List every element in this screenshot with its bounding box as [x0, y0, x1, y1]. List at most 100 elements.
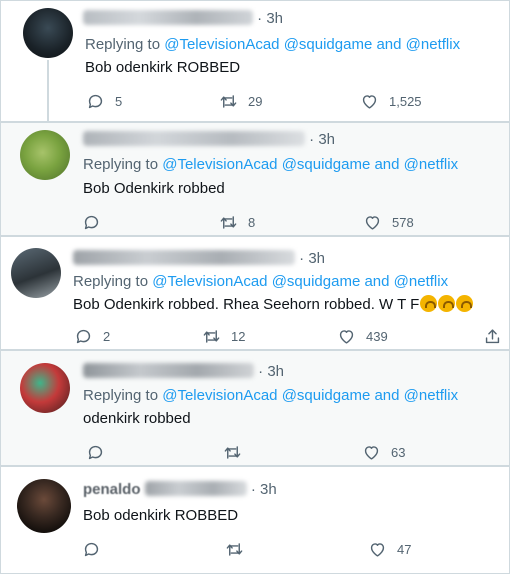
avatar[interactable] — [17, 479, 71, 533]
tweet-text: Bob odenkirk ROBBED — [85, 59, 241, 76]
tweet-header: · 3h — [83, 9, 283, 29]
replying-to: Replying to @TelevisionAcad @squidgame a… — [73, 273, 448, 290]
tweet-actions: 47 — [1, 540, 509, 560]
tweet-header: · 3h — [73, 249, 325, 269]
tweet-4[interactable]: · 3h Replying to @TelevisionAcad @squidg… — [0, 350, 510, 466]
mention-link[interactable]: @TelevisionAcad — [152, 273, 267, 290]
separator-dot: · — [258, 363, 268, 380]
timestamp[interactable]: 3h — [318, 131, 335, 148]
blurred-display-name[interactable] — [73, 250, 295, 265]
replying-to: Replying to @TelevisionAcad @squidgame a… — [83, 156, 458, 173]
retweet-count: 12 — [231, 329, 246, 344]
retweet-button[interactable]: 29 — [219, 92, 262, 111]
tweet-actions: 8 578 — [1, 213, 509, 233]
separator-dot: · — [257, 10, 267, 27]
mention-link[interactable]: @netflix — [404, 387, 458, 404]
reply-button[interactable] — [86, 443, 115, 462]
avatar[interactable] — [11, 248, 61, 298]
mention-and: and — [374, 156, 400, 173]
tweet-header: · 3h — [83, 130, 335, 150]
retweet-icon — [224, 446, 241, 459]
mention-link[interactable]: @TelevisionAcad — [162, 156, 277, 173]
retweet-button[interactable] — [225, 540, 254, 559]
heart-icon — [364, 446, 379, 460]
tweet-1[interactable]: · 3h Replying to @TelevisionAcad @squidg… — [0, 0, 510, 122]
retweet-icon — [220, 95, 237, 108]
like-button[interactable]: 439 — [337, 327, 388, 346]
like-count: 578 — [392, 215, 414, 230]
replying-prefix: Replying to — [83, 156, 159, 173]
tweet-text: odenkirk robbed — [83, 410, 191, 427]
tweet-2[interactable]: · 3h Replying to @TelevisionAcad @squidg… — [0, 122, 510, 236]
tweet-header: penaldo · 3h — [83, 480, 277, 500]
tweet-actions: 63 — [1, 443, 509, 463]
blurred-display-name[interactable] — [83, 10, 253, 25]
share-button[interactable] — [483, 327, 502, 346]
reply-count: 5 — [115, 94, 123, 109]
mention-link[interactable]: @netflix — [394, 273, 448, 290]
timestamp[interactable]: 3h — [267, 363, 284, 380]
tweet-text: Bob Odenkirk robbed — [83, 180, 225, 197]
like-count: 439 — [366, 329, 388, 344]
avatar[interactable] — [20, 130, 70, 180]
retweet-icon — [220, 216, 237, 229]
separator-dot: · — [309, 131, 319, 148]
heart-icon — [362, 95, 377, 109]
like-count: 47 — [397, 542, 412, 557]
blurred-handle[interactable] — [144, 481, 247, 496]
retweet-button[interactable] — [223, 443, 252, 462]
avatar[interactable] — [23, 8, 73, 58]
mention-link[interactable]: @TelevisionAcad — [164, 36, 279, 53]
mention-link[interactable]: @netflix — [404, 156, 458, 173]
timestamp[interactable]: 3h — [308, 250, 325, 267]
tweet-3[interactable]: · 3h Replying to @TelevisionAcad @squidg… — [0, 236, 510, 350]
share-icon — [485, 329, 500, 344]
retweet-count: 8 — [248, 215, 256, 230]
tweet-header: · 3h — [83, 362, 284, 382]
like-button[interactable]: 1,525 — [360, 92, 422, 111]
retweet-button[interactable]: 8 — [219, 213, 255, 232]
mention-link[interactable]: @squidgame — [282, 156, 371, 173]
like-button[interactable]: 63 — [362, 443, 405, 462]
reply-icon — [88, 445, 103, 460]
reply-button[interactable]: 5 — [86, 92, 122, 111]
retweet-count: 29 — [248, 94, 263, 109]
separator-dot: · — [299, 250, 309, 267]
avatar[interactable] — [20, 363, 70, 413]
reply-button[interactable]: 2 — [74, 327, 110, 346]
tweet-text: Bob odenkirk ROBBED — [83, 507, 239, 524]
mention-link[interactable]: @squidgame — [284, 36, 373, 53]
mention-link[interactable]: @TelevisionAcad — [162, 387, 277, 404]
mention-link[interactable]: @squidgame — [282, 387, 371, 404]
replying-prefix: Replying to — [73, 273, 149, 290]
upside-down-face-emoji-icon — [438, 295, 456, 312]
mention-link[interactable]: @netflix — [406, 36, 460, 53]
mention-link[interactable]: @squidgame — [272, 273, 361, 290]
replying-prefix: Replying to — [83, 387, 159, 404]
like-count: 1,525 — [389, 94, 422, 109]
heart-icon — [370, 543, 385, 557]
blurred-display-name[interactable] — [83, 131, 305, 146]
reply-icon — [88, 94, 103, 109]
upside-down-face-emoji-icon — [456, 295, 474, 312]
mention-and: and — [374, 387, 400, 404]
display-name[interactable]: penaldo — [83, 481, 141, 498]
retweet-button[interactable]: 12 — [202, 327, 245, 346]
reply-button[interactable] — [82, 213, 111, 232]
replying-to: Replying to @TelevisionAcad @squidgame a… — [83, 387, 458, 404]
blurred-display-name[interactable] — [83, 363, 254, 378]
thread-line — [47, 60, 49, 121]
reply-icon — [84, 542, 99, 557]
mention-and: and — [376, 36, 402, 53]
replying-prefix: Replying to — [85, 36, 161, 53]
like-button[interactable]: 578 — [363, 213, 414, 232]
replying-to: Replying to @TelevisionAcad @squidgame a… — [85, 36, 460, 53]
timestamp[interactable]: 3h — [266, 10, 283, 27]
tweet-5[interactable]: penaldo · 3h Bob odenkirk ROBBED 47 — [0, 466, 510, 574]
separator-dot: · — [250, 481, 261, 498]
timestamp[interactable]: 3h — [260, 481, 277, 498]
retweet-icon — [203, 330, 220, 343]
reply-button[interactable] — [82, 540, 111, 559]
mention-and: and — [364, 273, 390, 290]
like-button[interactable]: 47 — [368, 540, 411, 559]
